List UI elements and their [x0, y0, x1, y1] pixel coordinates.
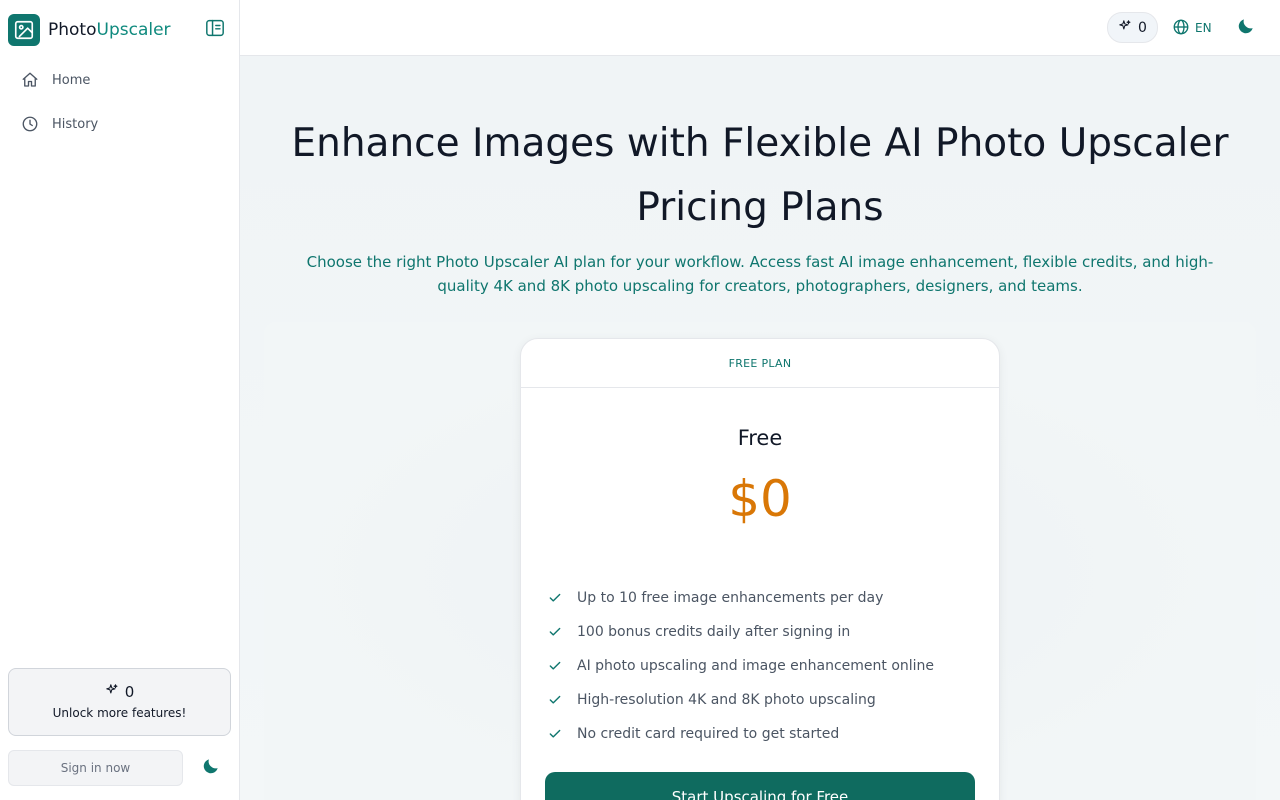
feature-item: 100 bonus credits daily after signing in	[547, 615, 977, 649]
brand-name: PhotoUpscaler	[48, 20, 171, 40]
home-icon	[20, 70, 40, 90]
check-icon	[547, 726, 563, 742]
start-upscaling-button[interactable]: Start Upscaling for Free	[545, 772, 975, 800]
page-subtitle: Choose the right Photo Upscaler AI plan …	[306, 253, 1214, 295]
header-credits-button[interactable]: 0	[1107, 12, 1158, 43]
moon-icon	[201, 756, 221, 780]
brand-name-part2: Upscaler	[96, 20, 171, 40]
plan-badge: FREE PLAN	[521, 339, 999, 388]
pricing-card-free: FREE PLAN Free $0 Up to 10 free image en…	[520, 338, 1000, 800]
credits-count: 0	[124, 683, 135, 701]
sidebar-item-history[interactable]: History	[8, 105, 232, 143]
check-icon	[547, 590, 563, 606]
image-upscale-icon	[8, 14, 40, 46]
sidebar-nav: Home History	[8, 61, 232, 149]
check-icon	[547, 692, 563, 708]
plan-price: $0	[728, 470, 792, 528]
feature-item: High-resolution 4K and 8K photo upscalin…	[547, 683, 977, 717]
clock-icon	[20, 114, 40, 134]
moon-icon	[1236, 16, 1256, 40]
language-selector[interactable]: EN	[1172, 16, 1212, 40]
sidebar-collapse-button[interactable]	[204, 19, 226, 41]
sparkles-icon	[1118, 19, 1132, 37]
plan-name: Free	[737, 426, 783, 450]
theme-toggle-button[interactable]	[200, 757, 222, 779]
top-header: 0 EN	[240, 0, 1280, 56]
feature-text: Up to 10 free image enhancements per day	[577, 590, 884, 606]
page-title: Enhance Images with Flexible AI Photo Up…	[291, 121, 1229, 230]
check-icon	[547, 624, 563, 640]
sidebar-item-label: Home	[52, 72, 91, 88]
header-theme-toggle[interactable]	[1234, 16, 1258, 40]
feature-item: No credit card required to get started	[547, 717, 977, 751]
feature-text: No credit card required to get started	[577, 726, 840, 742]
feature-item: Up to 10 free image enhancements per day	[547, 581, 977, 615]
credits-message: Unlock more features!	[52, 706, 187, 720]
globe-icon	[1172, 18, 1190, 39]
sidebar-collapse-icon	[205, 19, 225, 41]
feature-text: High-resolution 4K and 8K photo upscalin…	[577, 692, 876, 708]
sidebar-item-home[interactable]: Home	[8, 61, 232, 99]
sparkles-icon	[105, 683, 119, 701]
brand-link[interactable]: PhotoUpscaler	[8, 14, 171, 46]
header-credits-count: 0	[1138, 19, 1147, 36]
check-icon	[547, 658, 563, 674]
feature-text: AI photo upscaling and image enhancement…	[577, 658, 935, 674]
brand-name-part1: Photo	[48, 20, 97, 40]
sidebar: PhotoUpscaler Home History 0 Unlock more…	[0, 0, 240, 800]
sign-in-button[interactable]: Sign in now	[8, 750, 183, 786]
feature-text: 100 bonus credits daily after signing in	[577, 624, 851, 640]
main-content: Enhance Images with Flexible AI Photo Up…	[240, 56, 1280, 800]
credits-line: 0	[9, 683, 230, 701]
feature-item: AI photo upscaling and image enhancement…	[547, 649, 977, 683]
credits-card: 0 Unlock more features!	[8, 668, 231, 736]
language-label: EN	[1195, 21, 1212, 35]
feature-list: Up to 10 free image enhancements per day…	[547, 581, 977, 751]
sidebar-item-label: History	[52, 116, 99, 132]
